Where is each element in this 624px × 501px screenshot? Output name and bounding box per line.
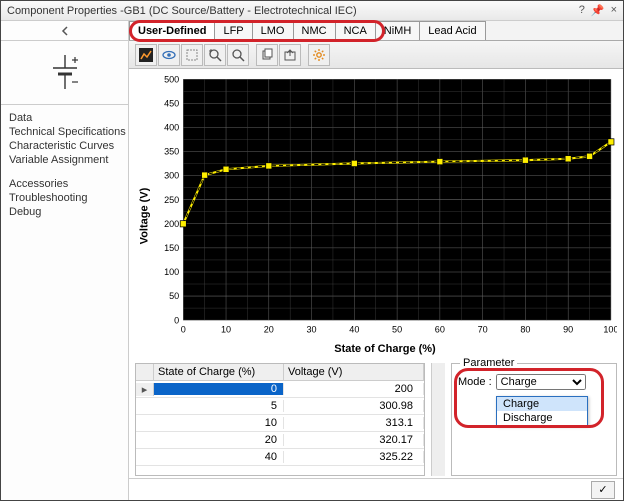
nav-item-varassign[interactable]: Variable Assignment: [9, 153, 120, 167]
mode-dropdown[interactable]: Charge Discharge: [496, 396, 588, 426]
nav-list: Data Technical Specifications Characteri…: [1, 105, 128, 225]
svg-text:80: 80: [520, 324, 530, 334]
footer: ✓: [129, 478, 623, 500]
svg-text:250: 250: [164, 195, 179, 205]
svg-text:10: 10: [221, 324, 231, 334]
parameter-legend: Parameter: [460, 357, 517, 369]
tool-copy-icon[interactable]: [256, 44, 278, 66]
nav-item-accessories[interactable]: Accessories: [9, 177, 120, 191]
table-row[interactable]: 40325.22: [136, 449, 424, 466]
svg-text:0: 0: [181, 324, 186, 334]
col-voltage[interactable]: Voltage (V): [284, 364, 424, 380]
back-button[interactable]: [1, 21, 128, 41]
nav-item-techspec[interactable]: Technical Specifications: [9, 125, 120, 139]
table-row[interactable]: 20320.17: [136, 432, 424, 449]
col-soc[interactable]: State of Charge (%): [154, 364, 284, 380]
table-row[interactable]: ▸0200: [136, 381, 424, 398]
nav-item-curves[interactable]: Characteristic Curves: [9, 139, 120, 153]
window-buttons: ? 📌 ×: [579, 4, 617, 17]
nav-item-data[interactable]: Data: [9, 111, 120, 125]
svg-text:500: 500: [164, 74, 179, 84]
svg-text:70: 70: [478, 324, 488, 334]
tool-select-icon[interactable]: [181, 44, 203, 66]
svg-text:350: 350: [164, 147, 179, 157]
table-body: ▸02005300.9810313.120320.1740325.22: [136, 381, 424, 475]
svg-text:400: 400: [164, 122, 179, 132]
window-title: Component Properties -GB1 (DC Source/Bat…: [7, 5, 579, 17]
tool-zoomfit-icon[interactable]: [204, 44, 226, 66]
tab-lmo[interactable]: LMO: [252, 21, 294, 40]
chart-area: Voltage (V) 0 10 20 30 40 50 60 70 80 90 100 0 50 100…: [129, 69, 623, 359]
tab-user-defined[interactable]: User-Defined: [129, 21, 215, 40]
svg-text:100: 100: [603, 324, 617, 334]
svg-text:20: 20: [264, 324, 274, 334]
component-symbol: [1, 41, 128, 105]
table-row[interactable]: 10313.1: [136, 415, 424, 432]
table-scrollbar[interactable]: [431, 363, 445, 476]
right-panel: User-Defined LFP LMO NMC NCA NiMH Lead A…: [129, 21, 623, 500]
mode-option-charge[interactable]: Charge: [497, 397, 587, 411]
svg-text:450: 450: [164, 98, 179, 108]
tab-lfp[interactable]: LFP: [214, 21, 252, 40]
svg-text:100: 100: [164, 267, 179, 277]
svg-text:60: 60: [435, 324, 445, 334]
close-button[interactable]: ×: [611, 4, 617, 17]
nav-item-troubleshoot[interactable]: Troubleshooting: [9, 191, 120, 205]
svg-text:300: 300: [164, 171, 179, 181]
mode-select[interactable]: Charge: [496, 374, 586, 390]
svg-text:90: 90: [563, 324, 573, 334]
mode-option-discharge[interactable]: Discharge: [497, 411, 587, 425]
parameter-box: Parameter Mode : Charge Charge Discharge: [451, 363, 617, 476]
table-header: State of Charge (%) Voltage (V): [136, 364, 424, 381]
tab-leadacid[interactable]: Lead Acid: [419, 21, 485, 40]
svg-text:200: 200: [164, 219, 179, 229]
title-bar: Component Properties -GB1 (DC Source/Bat…: [1, 1, 623, 21]
tab-nca[interactable]: NCA: [335, 21, 376, 40]
chart-toolbar: [129, 41, 623, 69]
nav-item-debug[interactable]: Debug: [9, 205, 120, 219]
tool-zoom-icon[interactable]: [227, 44, 249, 66]
tab-nmc[interactable]: NMC: [293, 21, 336, 40]
tab-row: User-Defined LFP LMO NMC NCA NiMH Lead A…: [129, 21, 623, 41]
window: Component Properties -GB1 (DC Source/Bat…: [0, 0, 624, 501]
left-panel: Data Technical Specifications Characteri…: [1, 21, 129, 500]
svg-text:0: 0: [174, 315, 179, 325]
chart-plot[interactable]: 0 10 20 30 40 50 60 70 80 90 100 0 50 100 150 200 250 300…: [153, 73, 617, 343]
help-button[interactable]: ?: [579, 4, 585, 17]
y-axis-label: Voltage (V): [135, 73, 153, 359]
svg-text:40: 40: [349, 324, 359, 334]
ok-button[interactable]: ✓: [591, 481, 615, 499]
bottom-row: State of Charge (%) Voltage (V) ▸0200530…: [129, 359, 623, 478]
svg-text:150: 150: [164, 243, 179, 253]
pin-button[interactable]: 📌: [591, 4, 605, 17]
svg-text:30: 30: [307, 324, 317, 334]
mode-label: Mode :: [458, 376, 492, 388]
body: Data Technical Specifications Characteri…: [1, 21, 623, 500]
tool-style-icon[interactable]: [135, 44, 157, 66]
table-row[interactable]: 5300.98: [136, 398, 424, 415]
data-table: State of Charge (%) Voltage (V) ▸0200530…: [135, 363, 425, 476]
svg-text:50: 50: [392, 324, 402, 334]
tool-eye-icon[interactable]: [158, 44, 180, 66]
tool-settings-icon[interactable]: [308, 44, 330, 66]
x-axis-label: State of Charge (%): [153, 343, 617, 359]
svg-text:50: 50: [169, 291, 179, 301]
tab-nimh[interactable]: NiMH: [375, 21, 421, 40]
tool-export-icon[interactable]: [279, 44, 301, 66]
